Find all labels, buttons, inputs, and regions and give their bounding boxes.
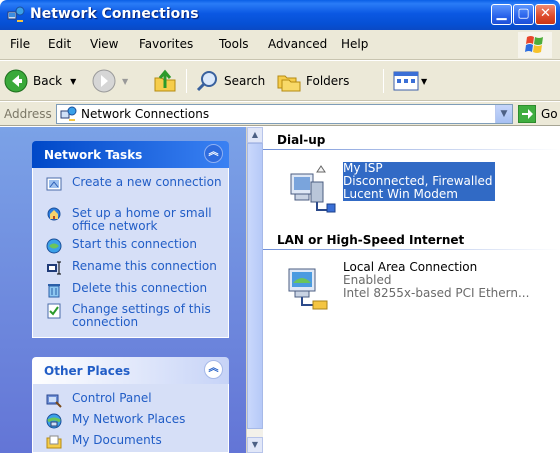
task-label: Create a new connection: [72, 175, 222, 189]
views-dropdown-icon: ▼: [421, 76, 428, 86]
menu-view[interactable]: View: [90, 37, 118, 51]
collapse-icon[interactable]: ︽: [204, 144, 223, 163]
settings-icon: [47, 303, 61, 319]
minimize-icon: ▁: [496, 6, 507, 21]
forward-dropdown-icon: ▼: [122, 76, 129, 86]
task-start-connection[interactable]: Start this connection: [46, 238, 232, 254]
search-icon: [196, 71, 217, 92]
menu-file[interactable]: File: [10, 37, 30, 51]
network-tasks-title: Network Tasks: [44, 148, 143, 162]
title-bar[interactable]: Network Connections ▁ ▢ ✕: [0, 0, 560, 30]
back-label: Back: [33, 74, 63, 88]
rename-icon: [47, 261, 61, 275]
address-dropdown-button[interactable]: ▼: [495, 105, 512, 123]
group-divider: [263, 149, 560, 150]
up-folder-icon: [154, 69, 176, 92]
chevron-down-icon: ▼: [500, 109, 508, 119]
menu-advanced[interactable]: Advanced: [268, 37, 327, 51]
go-arrow-icon: [518, 105, 536, 123]
address-label: Address: [4, 107, 52, 121]
place-label: My Documents: [72, 433, 162, 447]
start-connection-icon: [46, 238, 62, 254]
toolbar-separator: [383, 69, 384, 93]
control-panel-icon: [46, 394, 62, 408]
task-label: Start this connection: [72, 237, 197, 251]
place-my-documents[interactable]: My Documents: [46, 434, 232, 450]
maximize-icon: ▢: [517, 6, 530, 21]
delete-icon: [48, 284, 60, 298]
network-tasks-header[interactable]: Network Tasks ︽: [32, 141, 229, 168]
minimize-button[interactable]: ▁: [491, 4, 512, 25]
address-value: Network Connections: [81, 107, 210, 121]
group-divider: [263, 249, 560, 250]
forward-button[interactable]: ▼: [92, 67, 128, 95]
place-control-panel[interactable]: Control Panel: [46, 392, 232, 408]
home-network-icon: [47, 207, 61, 221]
forward-arrow-icon: [92, 69, 116, 93]
address-input[interactable]: Network Connections ▼: [56, 104, 513, 124]
back-button[interactable]: Back ▼: [4, 67, 76, 95]
place-label: My Network Places: [72, 412, 186, 426]
scroll-up-button[interactable]: ▲: [247, 127, 263, 143]
connection-device: Intel 8255x-based PCI Ethern...: [343, 286, 530, 300]
connection-label: Local Area Connection Enabled Intel 8255…: [343, 261, 529, 300]
network-connections-icon: [7, 6, 25, 22]
lan-connection-icon: [288, 268, 328, 310]
collapse-icon[interactable]: ︽: [204, 360, 223, 379]
up-folder-button[interactable]: [152, 67, 178, 95]
task-label: Change settings of this connection: [72, 302, 211, 329]
connection-label: My ISP Disconnected, Firewalled Lucent W…: [343, 162, 495, 201]
go-label: Go: [541, 107, 558, 121]
search-button[interactable]: Search: [195, 67, 265, 95]
menu-favorites[interactable]: Favorites: [139, 37, 193, 51]
menu-bar: File Edit View Favorites Tools Advanced …: [0, 30, 560, 60]
scroll-thumb[interactable]: [247, 143, 263, 429]
window-title: Network Connections: [30, 6, 199, 22]
task-home-network[interactable]: Set up a home or small office network: [46, 207, 232, 233]
place-my-network-places[interactable]: My Network Places: [46, 413, 232, 429]
toolbar: Back ▼ ▼ Search Folders ▼: [0, 61, 560, 101]
scroll-down-button[interactable]: ▼: [247, 437, 263, 453]
folders-icon: [277, 75, 301, 92]
task-label: Delete this connection: [72, 281, 208, 295]
group-title-dialup: Dial-up: [277, 133, 326, 147]
chevron-up-icon: ▲: [251, 130, 259, 139]
close-icon: ✕: [540, 6, 551, 21]
documents-icon: [46, 435, 62, 449]
folders-button[interactable]: Folders: [276, 67, 349, 95]
toolbar-separator: [186, 69, 187, 93]
maximize-button[interactable]: ▢: [513, 4, 534, 25]
task-create-connection[interactable]: Create a new connection: [46, 176, 232, 192]
task-pane-scrollbar[interactable]: ▲ ▼: [246, 127, 263, 453]
back-dropdown-icon[interactable]: ▼: [70, 77, 76, 86]
address-bar: Address Network Connections ▼ Go: [0, 102, 560, 126]
other-places-title: Other Places: [44, 364, 131, 378]
views-icon: [393, 71, 419, 91]
views-button[interactable]: ▼: [393, 67, 427, 95]
task-label: Set up a home or small office network: [72, 206, 212, 233]
network-places-icon: [46, 413, 62, 429]
connections-view: Dial-up My ISP Disconnected, Firewalled …: [263, 127, 560, 453]
back-arrow-icon: [4, 69, 28, 93]
go-button[interactable]: Go: [518, 105, 558, 123]
network-connections-icon: [60, 106, 77, 121]
menu-edit[interactable]: Edit: [48, 37, 71, 51]
other-places-header[interactable]: Other Places ︽: [32, 357, 229, 384]
task-delete-connection[interactable]: Delete this connection: [46, 282, 232, 298]
dialup-connection-icon: [290, 165, 336, 213]
windows-logo-icon: [518, 32, 552, 58]
connection-device: Lucent Win Modem: [343, 188, 495, 201]
new-connection-icon: [46, 177, 62, 191]
task-change-settings[interactable]: Change settings of this connection: [46, 303, 232, 329]
chevron-down-icon: ▼: [251, 440, 259, 449]
search-label: Search: [224, 74, 266, 88]
folders-label: Folders: [306, 74, 350, 88]
close-button[interactable]: ✕: [535, 4, 556, 25]
menu-help[interactable]: Help: [341, 37, 368, 51]
task-label: Rename this connection: [72, 259, 217, 273]
task-rename-connection[interactable]: Rename this connection: [46, 260, 232, 276]
place-label: Control Panel: [72, 391, 152, 405]
group-title-lan: LAN or High-Speed Internet: [277, 233, 465, 247]
menu-tools[interactable]: Tools: [219, 37, 249, 51]
